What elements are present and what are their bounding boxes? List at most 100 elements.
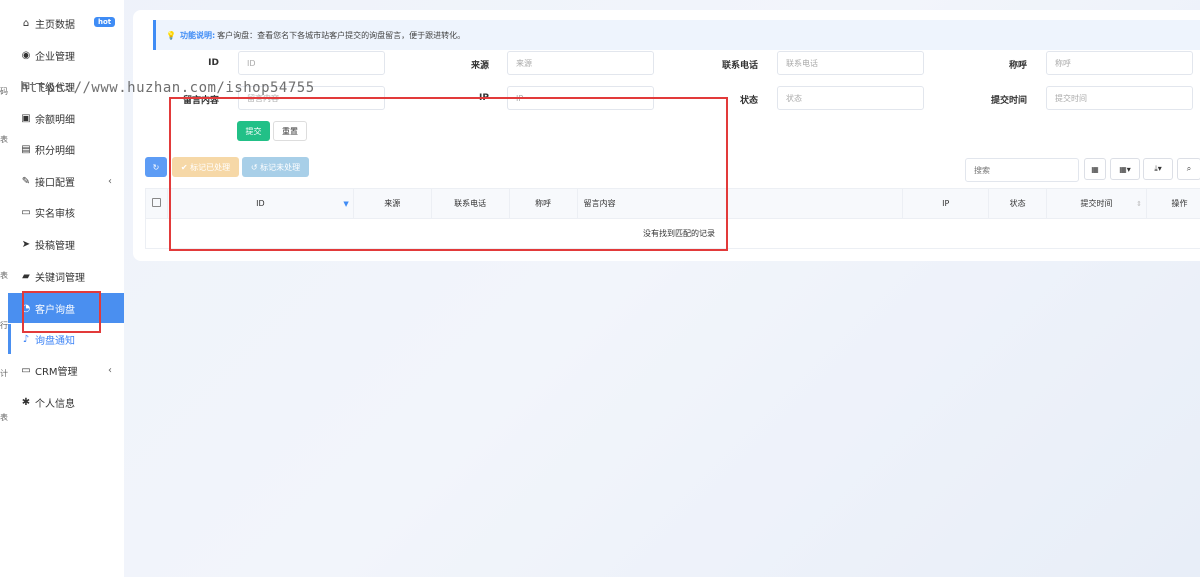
title-label: 称呼 — [1008, 61, 1027, 71]
column-label: ID — [256, 199, 265, 208]
sidebar-item-keywords[interactable]: ▰ 关键词管理 — [8, 261, 124, 291]
column-header-source: 来源 — [352, 188, 432, 219]
column-header-id[interactable]: ID ▼ — [166, 188, 354, 219]
chart-pie-icon: ◔ — [21, 302, 31, 314]
phone-input[interactable] — [777, 51, 924, 75]
mark-done-label: 标记已处理 — [190, 162, 231, 172]
id-card-icon: ▭ — [21, 206, 31, 218]
column-header-time[interactable]: 提交时间 ⇕ — [1046, 188, 1147, 219]
column-header-phone: 联系电话 — [430, 188, 510, 219]
column-header-actions: 操作 — [1146, 188, 1200, 219]
download-icon: ⤓▾ — [1154, 164, 1162, 173]
search-button[interactable]: ⌕ — [1177, 158, 1200, 180]
sidebar-item-label: 企业管理 — [35, 51, 75, 63]
search-input[interactable] — [965, 158, 1079, 182]
sidebar-item-label: 询盘通知 — [35, 335, 75, 347]
columns-button[interactable]: ▦▾ — [1110, 158, 1140, 180]
column-header-title: 称呼 — [508, 188, 578, 219]
hot-badge: hot — [94, 17, 116, 27]
sort-icon[interactable]: ⇕ — [1136, 200, 1142, 208]
mark-done-button[interactable]: ✔ 标记已处理 — [172, 157, 239, 177]
table-header-row: ID ▼ 来源 联系电话 称呼 留言内容 IP 状态 提交时间 ⇕ 操作 — [145, 188, 1200, 219]
sidebar-item-label: 投稿管理 — [35, 240, 75, 252]
time-input[interactable] — [1046, 86, 1193, 110]
title-input[interactable] — [1046, 51, 1193, 75]
send-icon: ➤ — [21, 238, 31, 250]
bell-icon: ♪ — [22, 333, 30, 345]
notice-text: 客户询盘：查看您名下各城市站客户提交的询盘留言，便于跟进转化。 — [217, 30, 466, 40]
undo-icon: ↺ — [250, 162, 261, 172]
status-input[interactable] — [777, 86, 924, 110]
sidebar-item-label: 余额明细 — [35, 114, 75, 126]
export-button[interactable]: ⤓▾ — [1143, 158, 1173, 180]
sidebar-item-profile[interactable]: ✱ 个人信息 — [8, 387, 124, 417]
column-header-status: 状态 — [988, 188, 1048, 219]
column-label: 留言内容 — [583, 199, 616, 208]
chevron-left-icon: ‹ — [108, 364, 112, 376]
columns-icon: ▦▾ — [1119, 164, 1131, 174]
ip-label: IP — [479, 93, 489, 103]
sidebar-item-points[interactable]: ▤ 积分明细 — [8, 134, 124, 164]
sidebar-item-company[interactable]: ◉ 企业管理 — [8, 40, 124, 70]
address-card-icon: ▭ — [21, 364, 31, 376]
phone-label: 联系电话 — [721, 61, 758, 71]
sidebar-item-dashboard[interactable]: ⌂ 主页数据 hot — [8, 8, 124, 38]
status-label: 状态 — [739, 96, 758, 106]
sidebar-item-realname[interactable]: ▭ 实名审核 — [8, 197, 124, 227]
gear-icon: ✱ — [21, 396, 31, 408]
id-input[interactable] — [238, 51, 385, 75]
column-label: 状态 — [1009, 199, 1026, 208]
sidebar-item-label: 积分明细 — [35, 145, 75, 157]
sidebar-item-balance[interactable]: ▣ 余额明细 — [8, 103, 124, 133]
submit-button[interactable]: 提交 — [237, 121, 270, 141]
source-input[interactable] — [507, 51, 654, 75]
column-label: 来源 — [384, 199, 401, 208]
edge-strip: 码 表 表 行 计 表 — [0, 0, 8, 577]
sidebar-item-submissions[interactable]: ➤ 投稿管理 — [8, 229, 124, 259]
mark-undone-button[interactable]: ↺ 标记未处理 — [242, 157, 309, 177]
refresh-button[interactable]: ↻ — [145, 157, 167, 177]
ip-input[interactable] — [507, 86, 654, 110]
sidebar-item-label: 客户询盘 — [35, 304, 75, 316]
user-circle-icon: ◉ — [21, 49, 31, 61]
column-header-ip: IP — [902, 188, 990, 219]
money-icon: ▣ — [21, 112, 31, 124]
main-card: 💡 功能说明: 客户询盘：查看您名下各城市站客户提交的询盘留言，便于跟进转化。 … — [133, 10, 1200, 261]
toggle-view-button[interactable]: ▦ — [1084, 158, 1106, 180]
sidebar-item-label: 接口配置 — [35, 177, 75, 189]
home-icon: ⌂ — [22, 17, 30, 29]
function-notice: 💡 功能说明: 客户询盘：查看您名下各城市站客户提交的询盘留言，便于跟进转化。 — [153, 20, 1200, 50]
edge-char: 表 — [0, 413, 8, 422]
column-label: 提交时间 — [1080, 199, 1113, 208]
search-icon: ⌕ — [1186, 164, 1192, 173]
table-icon: ▦ — [1091, 164, 1099, 174]
refresh-icon: ↻ — [152, 162, 160, 172]
sidebar-item-inquiries[interactable]: ◔ 客户询盘 — [8, 293, 124, 323]
sidebar-item-api-config[interactable]: ✎ 接口配置 ‹ — [8, 166, 124, 196]
list-icon: ▤ — [21, 143, 31, 155]
edge-char: 计 — [0, 369, 8, 378]
column-label: IP — [942, 199, 950, 208]
edge-char: 表 — [0, 135, 8, 144]
column-label: 操作 — [1171, 199, 1188, 208]
sidebar-item-label: CRM管理 — [35, 366, 78, 378]
table-row: 没有找到匹配的记录 — [145, 218, 1200, 249]
sidebar-item-crm[interactable]: ▭ CRM管理 ‹ — [8, 355, 124, 385]
time-label: 提交时间 — [990, 96, 1027, 106]
mark-undone-label: 标记未处理 — [260, 162, 301, 172]
chevron-left-icon: ‹ — [108, 175, 112, 187]
reset-button[interactable]: 重置 — [273, 121, 307, 141]
sidebar-item-inquiry-notice[interactable]: ♪ 询盘通知 — [8, 324, 124, 354]
source-label: 来源 — [470, 61, 489, 71]
sidebar-item-label: 主页数据 — [35, 19, 75, 31]
checkbox[interactable] — [151, 198, 161, 207]
check-icon: ✔ — [180, 162, 191, 172]
plug-icon: ✎ — [21, 175, 31, 187]
edge-char: 表 — [0, 271, 8, 280]
select-all-checkbox[interactable] — [145, 188, 168, 219]
book-icon: ▰ — [22, 270, 30, 282]
empty-message: 没有找到匹配的记录 — [145, 218, 1200, 249]
edge-char: 行 — [0, 321, 8, 330]
sidebar-item-label: 关键词管理 — [35, 272, 85, 284]
sort-desc-icon[interactable]: ▼ — [343, 200, 348, 208]
